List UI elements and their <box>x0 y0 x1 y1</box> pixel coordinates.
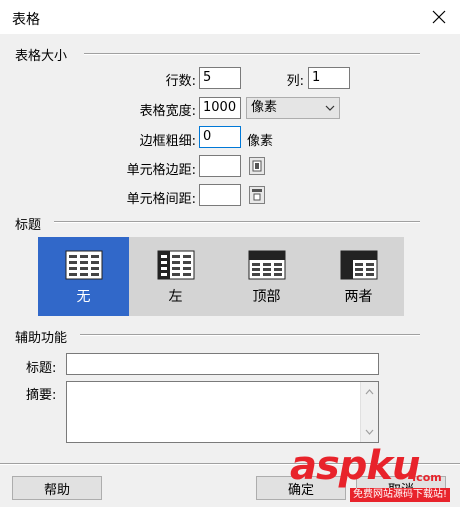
cell-padding-icon <box>249 157 265 175</box>
header-option-left[interactable]: 左 <box>130 237 221 316</box>
cell-padding-label: 单元格边距: <box>126 163 196 178</box>
table-left-header-icon <box>157 250 194 280</box>
cols-input[interactable]: 1 <box>308 67 350 89</box>
size-section-title: 表格大小 <box>15 49 68 64</box>
watermark-tagline: 免费网站源码下载站! <box>350 488 451 502</box>
cell-spacing-icon <box>249 186 265 204</box>
border-label: 边框粗细: <box>139 134 196 149</box>
summary-scrollbar[interactable] <box>360 382 378 442</box>
section-divider <box>80 334 420 336</box>
header-section-title: 标题 <box>15 218 42 233</box>
rows-label: 行数: <box>165 74 196 89</box>
summary-label: 摘要: <box>26 388 57 403</box>
chevron-down-icon <box>325 105 335 111</box>
cols-label: 列: <box>286 74 304 89</box>
header-option-label: 无 <box>76 289 91 305</box>
width-unit-value: 像素 <box>251 100 278 115</box>
section-divider <box>54 221 420 223</box>
header-option-both[interactable]: 两者 <box>313 237 404 316</box>
header-option-label: 顶部 <box>252 289 281 305</box>
table-both-header-icon <box>340 250 377 280</box>
cell-padding-input[interactable] <box>199 155 241 177</box>
table-none-icon <box>65 250 102 280</box>
summary-textarea[interactable] <box>66 381 379 443</box>
scroll-up-icon <box>365 389 374 395</box>
header-option-label: 两者 <box>344 289 373 305</box>
width-unit-select[interactable]: 像素 <box>246 97 340 119</box>
cell-spacing-input[interactable] <box>199 184 241 206</box>
header-option-none[interactable]: 无 <box>38 237 129 316</box>
access-section-title: 辅助功能 <box>15 331 68 346</box>
section-divider <box>84 53 420 55</box>
window-title: 表格 <box>12 12 40 28</box>
caption-label: 标题: <box>26 361 57 376</box>
close-icon <box>432 10 446 24</box>
cell-spacing-label: 单元格间距: <box>126 192 196 207</box>
border-input[interactable]: 0 <box>199 126 241 148</box>
header-option-label: 左 <box>168 289 183 305</box>
width-input[interactable]: 1000 <box>199 97 241 119</box>
close-button[interactable] <box>424 2 454 32</box>
watermark-domain: .com <box>412 471 442 484</box>
watermark-brand: aspku <box>290 443 421 489</box>
header-option-top[interactable]: 顶部 <box>221 237 312 316</box>
help-button[interactable]: 帮助 <box>12 476 102 500</box>
rows-input[interactable]: 5 <box>199 67 241 89</box>
border-unit: 像素 <box>247 134 274 149</box>
caption-input[interactable] <box>66 353 379 375</box>
title-bar <box>0 0 460 34</box>
table-top-header-icon <box>248 250 285 280</box>
scroll-down-icon <box>365 429 374 435</box>
width-label: 表格宽度: <box>139 104 196 119</box>
